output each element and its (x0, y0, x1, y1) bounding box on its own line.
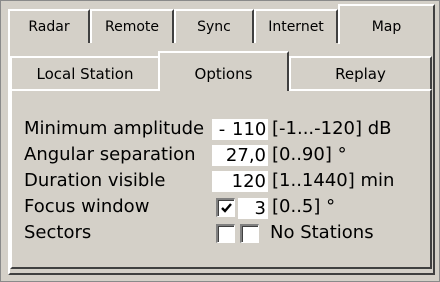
tab-sync[interactable]: Sync (174, 9, 254, 43)
tab-replay[interactable]: Replay (289, 56, 432, 90)
min-amplitude-label: Minimum amplitude (24, 118, 205, 139)
sectors-status: No Stations (270, 222, 374, 243)
angular-separation-input[interactable]: 27,0 (212, 145, 268, 166)
tab-local-station[interactable]: Local Station (10, 56, 160, 90)
sectors-label: Sectors (24, 222, 92, 243)
focus-window-input[interactable]: 3 (238, 198, 268, 219)
duration-visible-label: Duration visible (24, 170, 166, 191)
min-amplitude-range: [-1...-120] dB (272, 118, 392, 139)
focus-window-range: [0..5] ° (272, 196, 336, 217)
sectors-checkbox-2[interactable] (240, 224, 259, 243)
sectors-checkbox-1[interactable] (216, 224, 235, 243)
duration-visible-range: [1..1440] min (272, 170, 395, 191)
tab-map[interactable]: Map (338, 4, 435, 44)
angular-separation-range: [0..90] ° (272, 144, 347, 165)
tab-remote[interactable]: Remote (90, 9, 174, 43)
checkmark-icon (220, 202, 232, 213)
focus-window-checkbox[interactable] (216, 198, 235, 217)
tab-radar[interactable]: Radar (8, 9, 90, 43)
focus-window-label: Focus window (24, 196, 150, 217)
tab-options[interactable]: Options (158, 51, 289, 91)
min-amplitude-input[interactable]: 110 (232, 119, 268, 140)
angular-separation-label: Angular separation (24, 144, 196, 165)
min-amplitude-sign[interactable]: - (212, 119, 232, 140)
tab-internet[interactable]: Internet (254, 9, 338, 43)
duration-visible-input[interactable]: 120 (212, 171, 268, 192)
